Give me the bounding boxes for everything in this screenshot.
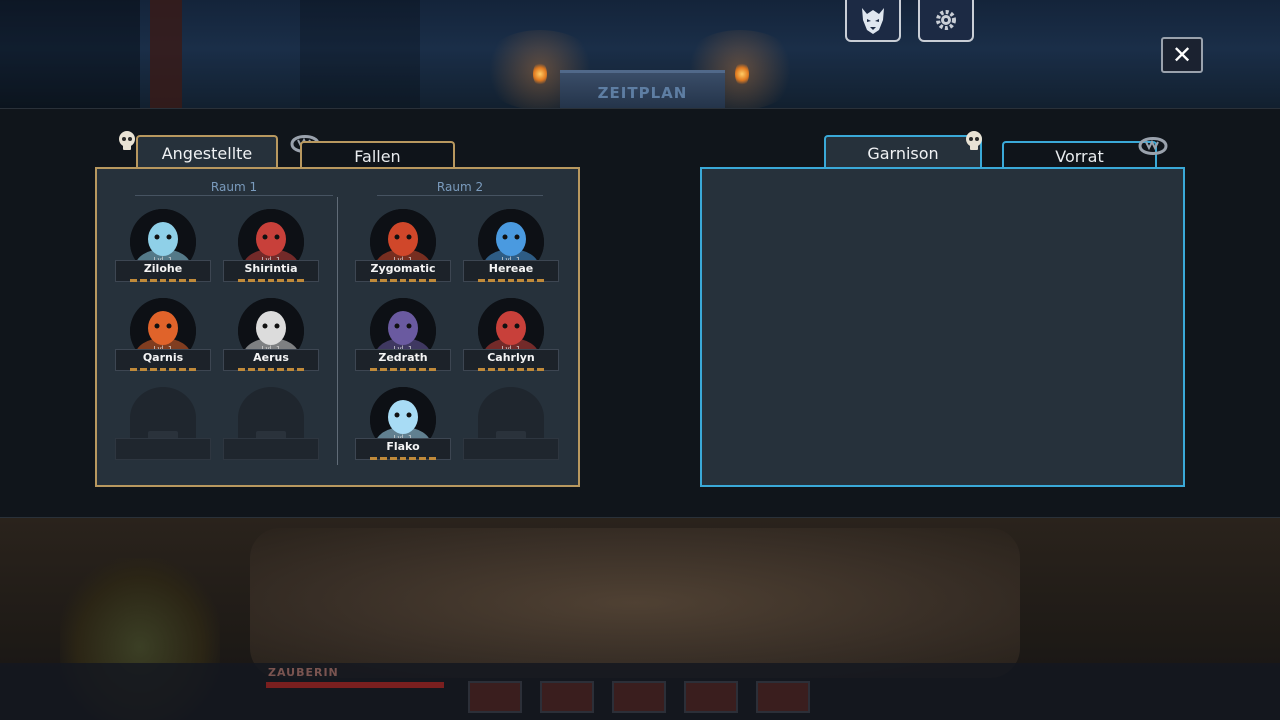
unit-name-bar: Flako (355, 438, 451, 460)
unit-name-bar: Hereae (463, 260, 559, 282)
tab-label: Fallen (354, 146, 401, 166)
tab-label: Angestellte (161, 143, 253, 163)
tab-label: Vorrat (1055, 146, 1104, 166)
unit-name: Zygomatic (370, 262, 436, 275)
hud-slot[interactable] (684, 681, 738, 713)
shadow-beam (0, 0, 140, 108)
hud-slot[interactable] (612, 681, 666, 713)
schedule-sign: ZEITPLAN (560, 70, 725, 108)
unit-card[interactable]: Lvl. 1 Shirintia (223, 209, 319, 285)
unit-name: Aerus (253, 351, 289, 364)
unit-xp-pips (238, 368, 305, 371)
red-pillar (150, 0, 182, 108)
unit-name-bar: Zilohe (115, 260, 211, 282)
scroll-parchment (250, 528, 1020, 678)
gear-icon (936, 10, 956, 30)
unit-xp-pips (478, 368, 545, 371)
unit-xp-pips (130, 279, 197, 282)
empty-name-bar (463, 438, 559, 460)
empty-name-bar (115, 438, 211, 460)
shadow-beam (300, 0, 420, 108)
hud-unit-name: ZAUBERIN (268, 666, 339, 679)
unit-xp-pips (370, 457, 437, 460)
hud-slot[interactable] (540, 681, 594, 713)
dungeon-background-top: ZEITPLAN (0, 0, 1280, 108)
skull-icon (119, 131, 135, 150)
dungeon-background-bottom: ZAUBERIN (0, 518, 1280, 720)
demon-mask-icon (862, 8, 884, 34)
settings-button[interactable] (918, 0, 974, 42)
tab-label: Garnison (867, 143, 939, 163)
unit-name-bar: Cahrlyn (463, 349, 559, 371)
unit-name-bar: Shirintia (223, 260, 319, 282)
unit-card[interactable]: Lvl. 1 Cahrlyn (463, 298, 559, 374)
unit-card[interactable]: Lvl. 1 Zygomatic (355, 209, 451, 285)
hud-slot[interactable] (468, 681, 522, 713)
unit-name: Zedrath (378, 351, 428, 364)
room-underline (377, 195, 543, 196)
unit-xp-pips (370, 368, 437, 371)
unit-name: Shirintia (244, 262, 298, 275)
unit-card[interactable]: Lvl. 1 Zilohe (115, 209, 211, 285)
room-underline (135, 195, 333, 196)
unit-card[interactable]: Lvl. 1 Qarnis (115, 298, 211, 374)
unit-xp-pips (478, 279, 545, 282)
tab-fallen[interactable]: Fallen (300, 141, 455, 169)
unit-card[interactable]: Lvl. 1 Aerus (223, 298, 319, 374)
empty-name-bar (223, 438, 319, 460)
tab-vorrat[interactable]: Vorrat (1002, 141, 1157, 169)
empty-unit-slot[interactable] (115, 387, 211, 463)
skull-icon (966, 131, 982, 150)
unit-name: Cahrlyn (487, 351, 535, 364)
unit-xp-pips (370, 279, 437, 282)
torch-icon (533, 62, 547, 86)
unit-name-bar: Aerus (223, 349, 319, 371)
empty-unit-slot[interactable] (223, 387, 319, 463)
unit-card[interactable]: Lvl. 1 Zedrath (355, 298, 451, 374)
garrison-panel (700, 167, 1185, 487)
tab-garnison[interactable]: Garnison (824, 135, 982, 169)
unit-name: Zilohe (143, 262, 183, 275)
unit-name-bar: Zedrath (355, 349, 451, 371)
hud-slot[interactable] (756, 681, 810, 713)
unit-card[interactable]: Lvl. 1 Hereae (463, 209, 559, 285)
tab-angestellte[interactable]: Angestellte (136, 135, 278, 169)
unit-card[interactable]: Lvl. 1 Flako (355, 387, 451, 463)
hud-health-bar (266, 682, 444, 688)
unit-name-bar: Qarnis (115, 349, 211, 371)
unit-xp-pips (238, 279, 305, 282)
close-button[interactable]: ✕ (1161, 37, 1203, 73)
room-1-label: Raum 1 (210, 180, 258, 194)
room-2-label: Raum 2 (436, 180, 484, 194)
unit-name: Qarnis (142, 351, 184, 364)
room-divider (337, 197, 338, 465)
unit-name: Hereae (488, 262, 534, 275)
demon-mask-button[interactable] (845, 0, 901, 42)
torch-icon (735, 62, 749, 86)
unit-name: Flako (386, 440, 420, 453)
trap-icon (1138, 137, 1168, 155)
staff-panel: Raum 1 Raum 2 Lvl. 1 Zilohe (95, 167, 580, 487)
empty-unit-slot[interactable] (463, 387, 559, 463)
unit-name-bar: Zygomatic (355, 260, 451, 282)
unit-xp-pips (130, 368, 197, 371)
